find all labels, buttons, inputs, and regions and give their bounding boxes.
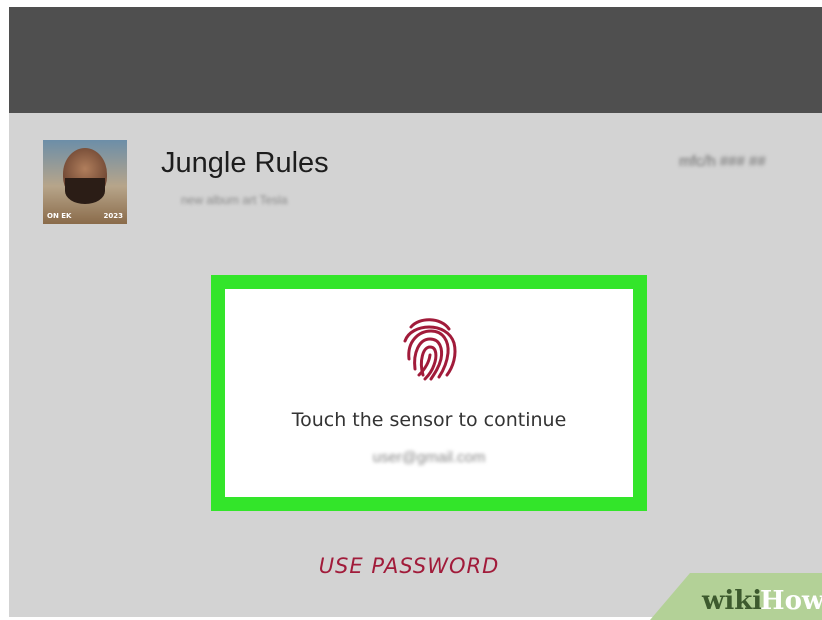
fingerprint-icon[interactable] (397, 311, 461, 383)
price-label: mfc/h ### ## (679, 153, 766, 170)
artist-beard (65, 178, 105, 204)
album-art-caption-right: 2023 (103, 212, 123, 220)
purchase-subtitle: new album art Tesla (181, 193, 288, 207)
album-art-avatar: ON EK 2023 (43, 140, 127, 224)
app-screen: ON EK 2023 Jungle Rules new album art Te… (9, 7, 822, 617)
top-bar (9, 7, 822, 113)
touch-sensor-prompt: Touch the sensor to continue (291, 409, 567, 431)
album-art-caption-left: ON EK (47, 212, 72, 220)
watermark-wiki: wiki (701, 586, 762, 616)
purchase-title: Jungle Rules (161, 147, 329, 179)
watermark-how: How (760, 586, 822, 616)
use-password-button[interactable]: USE PASSWORD (304, 554, 514, 578)
fingerprint-dialog: Touch the sensor to continue user@gmail.… (225, 289, 633, 497)
wikihow-watermark: wiki How (650, 573, 822, 620)
account-email: user@gmail.com (372, 449, 486, 466)
